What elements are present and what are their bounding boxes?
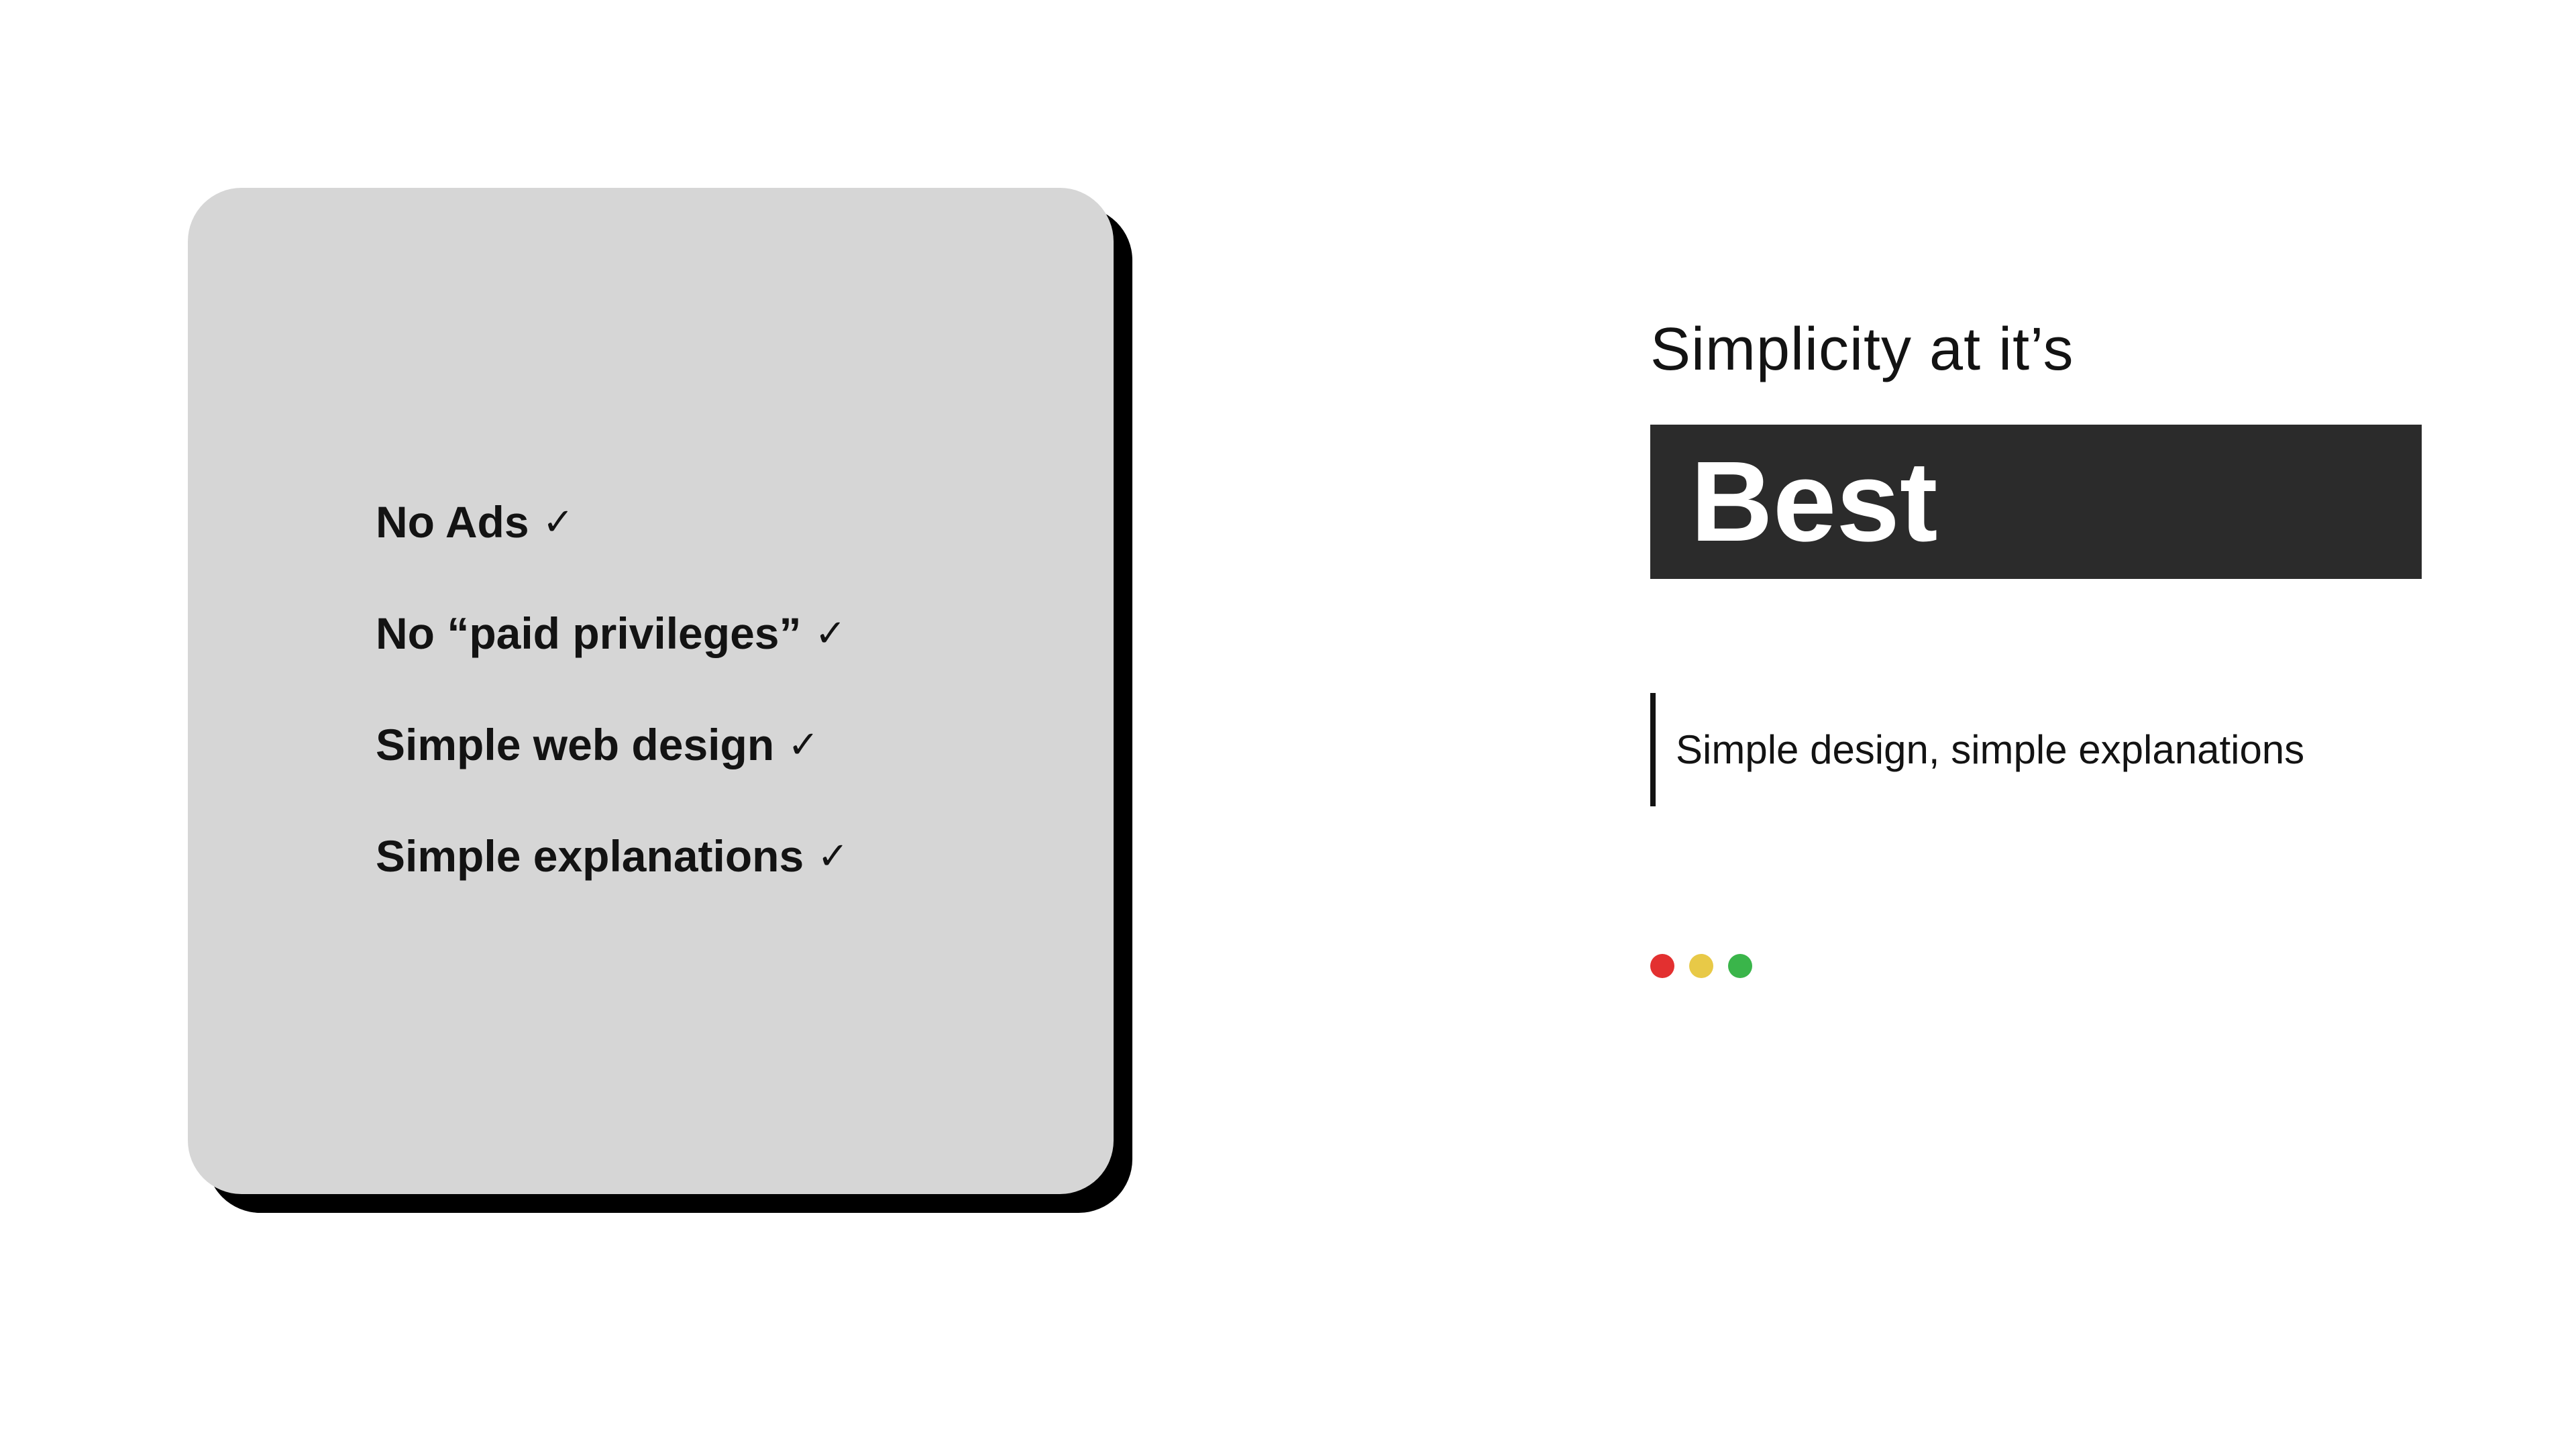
heading-section: Simplicity at it’s Best Simple design, s…: [1650, 315, 2422, 978]
feature-item: Simple web design ✓: [376, 719, 1114, 770]
feature-card-container: No Ads ✓ No “paid privileges” ✓ Simple w…: [188, 188, 1114, 1194]
dot-yellow-icon: [1689, 954, 1713, 978]
feature-item: No “paid privileges” ✓: [376, 608, 1114, 659]
dot-green-icon: [1728, 954, 1752, 978]
feature-label: No “paid privileges”: [376, 608, 801, 659]
heading-highlight: Best: [1650, 425, 2422, 579]
checkmark-icon: ✓: [543, 500, 574, 544]
checkmark-icon: ✓: [814, 611, 846, 655]
feature-label: Simple explanations: [376, 830, 804, 881]
checkmark-icon: ✓: [817, 834, 849, 878]
traffic-light-dots: [1650, 954, 2422, 978]
feature-list: No Ads ✓ No “paid privileges” ✓ Simple w…: [376, 496, 1114, 881]
checkmark-icon: ✓: [788, 722, 819, 767]
heading-pre-text: Simplicity at it’s: [1650, 315, 2422, 384]
feature-label: Simple web design: [376, 719, 774, 770]
dot-red-icon: [1650, 954, 1674, 978]
feature-card: No Ads ✓ No “paid privileges” ✓ Simple w…: [188, 188, 1114, 1194]
feature-item: No Ads ✓: [376, 496, 1114, 547]
feature-label: No Ads: [376, 496, 529, 547]
tagline-quote: Simple design, simple explanations: [1650, 693, 2422, 806]
feature-item: Simple explanations ✓: [376, 830, 1114, 881]
